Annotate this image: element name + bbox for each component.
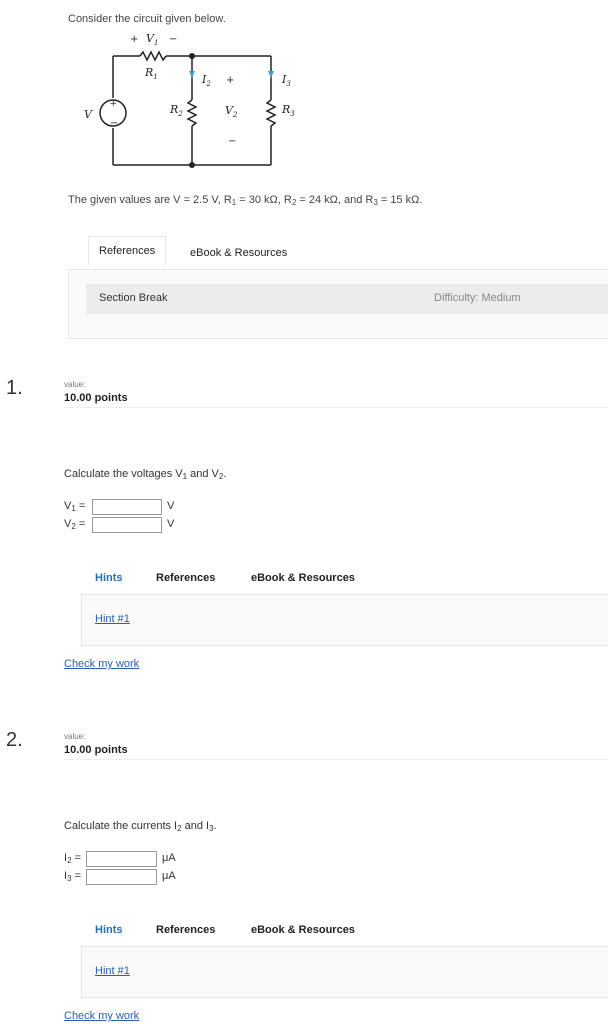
- tab-references[interactable]: References: [156, 924, 215, 936]
- r1-label: R1: [144, 66, 158, 81]
- v2-plus: +: [226, 75, 234, 86]
- node-dot-bottom: [189, 162, 195, 168]
- tab-ebook-resources[interactable]: eBook & Resources: [251, 924, 355, 936]
- section-break: Section Break Difficulty: Medium: [86, 284, 608, 314]
- hint-panel: [81, 946, 608, 998]
- tab-hints[interactable]: Hints: [95, 572, 123, 584]
- circuit-diagram: + − V + V1 − R1 I2 + R2 V2 − I3 R3: [68, 28, 313, 178]
- hint-tab-bar: Hints References eBook & Resources: [81, 570, 608, 595]
- src-plus: +: [110, 99, 118, 109]
- points-value: 10.00 points: [64, 392, 128, 404]
- hint-panel: [81, 594, 608, 646]
- i3-input[interactable]: [86, 869, 157, 885]
- v2-unit: V: [167, 518, 175, 530]
- r2-label: R2: [169, 103, 183, 118]
- section-break-label: Section Break: [99, 292, 168, 304]
- i2-arrow-icon: [189, 71, 195, 78]
- tab-ebook-resources[interactable]: eBook & Resources: [190, 247, 287, 259]
- source-v-label: V: [84, 108, 93, 121]
- check-my-work-link[interactable]: Check my work: [64, 658, 139, 670]
- divider: [64, 407, 608, 408]
- question-prompt: Calculate the currents I2 and I3.: [64, 820, 217, 833]
- check-my-work-link[interactable]: Check my work: [64, 1010, 139, 1022]
- hint-link[interactable]: Hint #1: [95, 965, 130, 977]
- intro-text: Consider the circuit given below.: [68, 13, 226, 25]
- src-minus: −: [110, 118, 118, 129]
- r3-label: R3: [281, 103, 295, 118]
- v1-label: V1: [146, 32, 158, 47]
- v1-minus: −: [169, 34, 177, 45]
- i3-label: I3: [281, 73, 291, 88]
- v1-field-label: V1 =: [64, 500, 86, 513]
- i2-field-label: I2 =: [64, 852, 81, 865]
- i2-label: I2: [201, 73, 211, 88]
- v1-unit: V: [167, 500, 175, 512]
- node-dot-top: [189, 53, 195, 59]
- value-label: value:: [64, 380, 86, 389]
- divider: [64, 759, 608, 760]
- v2-input[interactable]: [92, 517, 162, 533]
- i2-unit: μA: [162, 852, 176, 864]
- points-value: 10.00 points: [64, 744, 128, 756]
- i3-unit: μA: [162, 870, 176, 882]
- tab-references[interactable]: References: [156, 572, 215, 584]
- top-tab-bar: References eBook & Resources: [68, 236, 608, 270]
- v1-input[interactable]: [92, 499, 162, 515]
- tab-references[interactable]: References: [88, 236, 167, 266]
- value-label: value:: [64, 732, 86, 741]
- tab-ebook-resources[interactable]: eBook & Resources: [251, 572, 355, 584]
- i3-field-label: I3 =: [64, 870, 81, 883]
- tab-hints[interactable]: Hints: [95, 924, 123, 936]
- i2-input[interactable]: [86, 851, 157, 867]
- difficulty-label: Difficulty: Medium: [434, 292, 521, 304]
- hint-tab-bar: Hints References eBook & Resources: [81, 922, 608, 947]
- v2-label: V2: [225, 104, 238, 119]
- v2-field-label: V2 =: [64, 518, 86, 531]
- question-number: 1.: [6, 377, 23, 399]
- given-values: The given values are V = 2.5 V, R1 = 30 …: [68, 194, 423, 207]
- question-number: 2.: [6, 729, 23, 751]
- hint-link[interactable]: Hint #1: [95, 613, 130, 625]
- i3-arrow-icon: [268, 71, 274, 78]
- v2-minus: −: [228, 136, 236, 147]
- question-prompt: Calculate the voltages V1 and V2.: [64, 468, 227, 481]
- v1-plus: +: [130, 34, 138, 45]
